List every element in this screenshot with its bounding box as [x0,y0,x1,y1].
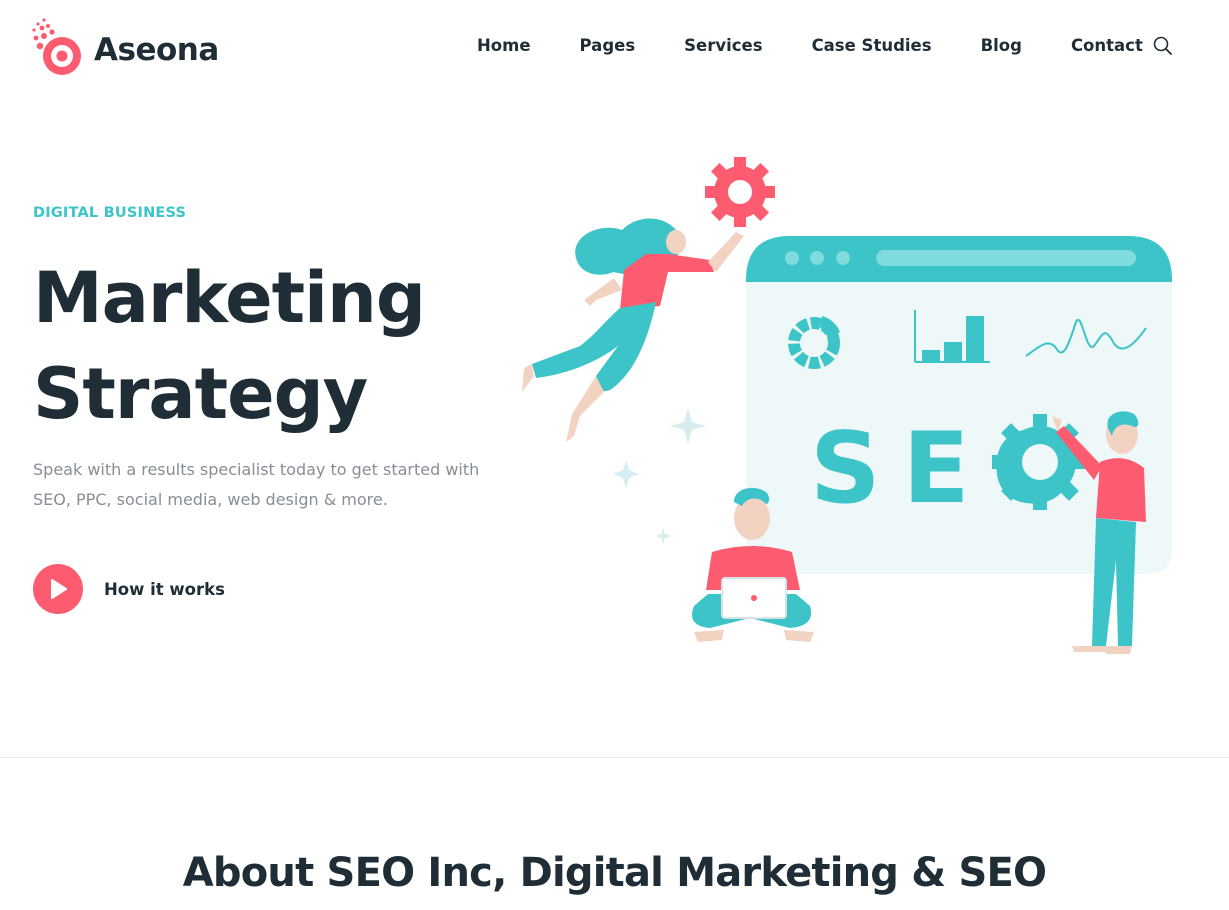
hero-title-line-1: Marketing [33,250,426,346]
site-header: Aseona Home Pages Services Case Studies … [0,0,1229,100]
gear-icon [992,414,1088,510]
play-icon [51,579,67,599]
sparkle-icons [613,408,706,544]
section-divider [0,757,1229,758]
about-title: About SEO Inc, Digital Marketing & SEO [0,850,1229,896]
nav-item-pages[interactable]: Pages [580,36,636,55]
nav-item-contact[interactable]: Contact [1071,36,1143,55]
play-button[interactable] [33,564,83,614]
search-button[interactable] [1152,35,1174,57]
hero-title-line-2: Strategy [33,346,368,442]
nav-item-home[interactable]: Home [477,36,531,55]
hero-eyebrow: DIGITAL BUSINESS [33,205,187,221]
search-icon [1153,36,1172,55]
about-title-text: About SEO Inc, Digital Marketing & SEO [182,850,1047,896]
pink-gear-icon [705,157,775,227]
hero-description: Speak with a results specialist today to… [33,460,480,509]
nav-item-case-studies[interactable]: Case Studies [812,36,932,55]
logo-mark-icon [32,18,81,75]
nav-item-blog[interactable]: Blog [981,36,1022,55]
how-it-works-button[interactable]: How it works [33,564,225,614]
logo-text: Aseona [94,32,219,68]
how-it-works-label: How it works [104,579,225,599]
nav-item-services[interactable]: Services [684,36,762,55]
hero-illustration: SEO [522,157,1172,654]
logo[interactable]: Aseona [30,16,219,78]
flying-woman-illustration [522,218,744,442]
hero-title: Marketing Strategy [33,250,426,442]
main-nav: Home Pages Services Case Studies Blog Co… [477,36,1143,55]
